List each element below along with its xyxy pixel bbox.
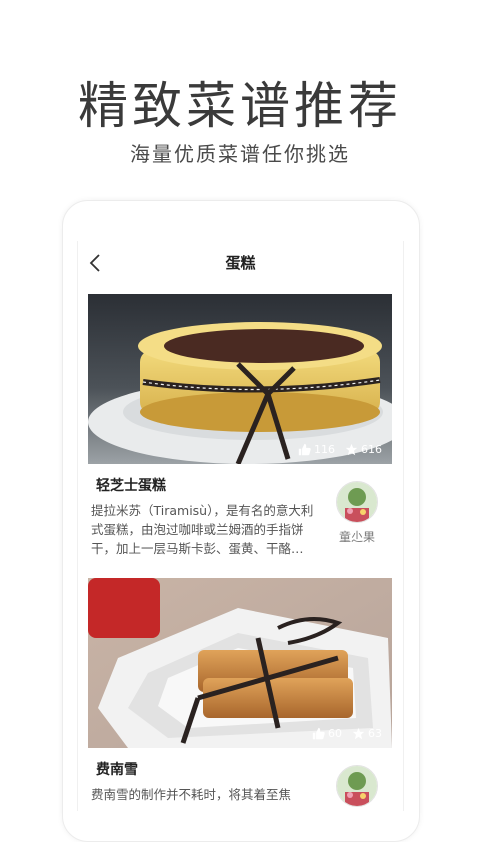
recipe-image[interactable]: 60 63 — [88, 578, 392, 748]
recipe-title[interactable]: 费南雪 — [96, 759, 138, 779]
likes-count: 60 — [328, 727, 342, 740]
author-name: 童尐果 — [338, 530, 375, 544]
recipe-image[interactable]: 116 616 — [88, 294, 392, 464]
promo-subtitle: 海量优质菜谱任你挑选 — [130, 142, 350, 166]
author[interactable]: 童尐果 — [332, 481, 382, 545]
author[interactable] — [332, 765, 382, 807]
page-title: 蛋糕 — [225, 254, 256, 272]
recipe-description: 提拉米苏（Tiramisù），是有名的意大利式蛋糕，由泡过咖啡或兰姆酒的手指饼干… — [91, 503, 314, 556]
avatar — [336, 765, 378, 807]
recipe-description: 费南雪的制作并不耗时，将其着至焦 — [91, 787, 292, 802]
recipe-stats: 60 63 — [312, 727, 382, 740]
avatar — [336, 481, 378, 523]
financier-photo — [88, 578, 392, 748]
likes-count: 116 — [314, 443, 335, 456]
promo-title: 精致菜谱推荐 — [78, 77, 402, 135]
cheesecake-photo — [88, 294, 392, 464]
nav-bar: 蛋糕 — [78, 241, 403, 285]
recipe-stats: 116 616 — [298, 443, 382, 456]
favorites-count: 63 — [368, 727, 382, 740]
recipe-title[interactable]: 轻芝士蛋糕 — [96, 475, 166, 495]
thumbs-up-icon — [298, 443, 311, 456]
thumbs-up-icon — [312, 727, 325, 740]
star-icon — [352, 727, 365, 740]
favorites-count: 616 — [361, 443, 382, 456]
app-screen: 蛋糕 116 616 轻芝士蛋糕 提拉米苏（Tiramisù），是有名的意大利式… — [77, 241, 404, 811]
star-icon — [345, 443, 358, 456]
